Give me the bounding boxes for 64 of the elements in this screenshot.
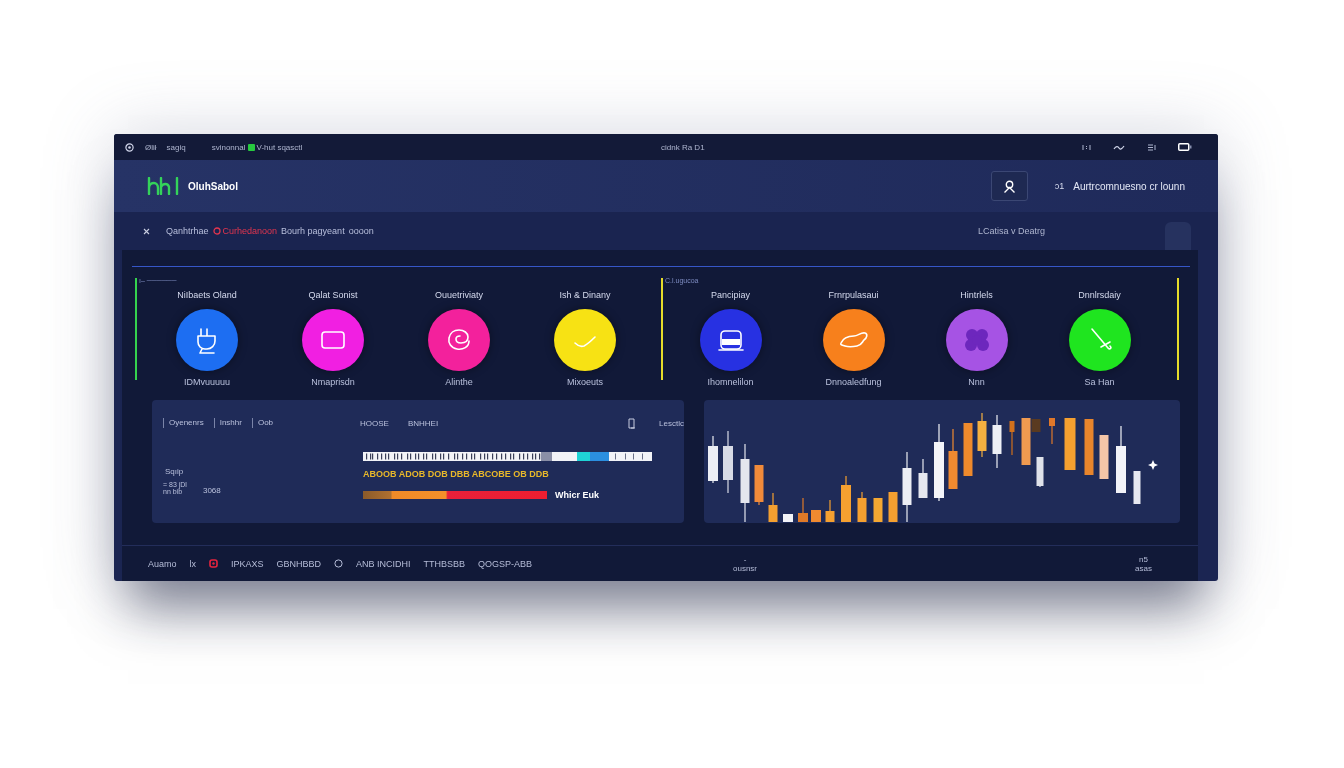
category-caption: Sa Han xyxy=(1084,378,1115,387)
column-header: BNHHEI xyxy=(407,418,439,429)
footer-label: asas xyxy=(1135,563,1152,573)
category-title: Frnrpulasaui xyxy=(828,291,879,300)
breadcrumb-info: LCatisa v Deatrg xyxy=(977,226,1045,236)
category-title: Ouuetriviaty xyxy=(435,291,483,300)
square-icon xyxy=(209,559,219,568)
bar-caption: ABOOB ADOB DOB DBB ABCOBE OB DDB xyxy=(363,469,549,479)
category-title: Ish & Dinany xyxy=(559,291,611,300)
stat-label: Sqıip xyxy=(165,468,184,476)
close-icon[interactable] xyxy=(143,227,150,235)
column-header: HOOSE xyxy=(360,418,389,429)
menu-item[interactable]: Ølił xyxy=(145,142,157,152)
person-icon xyxy=(1002,179,1016,193)
breadcrumb-item[interactable]: Qanhtrhae xyxy=(166,226,209,236)
status-square-icon xyxy=(247,143,255,151)
category-caption: Ihomnelilon xyxy=(707,378,754,387)
breadcrumb-item[interactable]: Curhedanoon xyxy=(222,226,278,236)
stat-value: 3068 xyxy=(202,487,221,495)
status-text: V-hut sqasctl xyxy=(256,142,303,152)
category-caption: Nnn xyxy=(968,378,985,387)
document-icon[interactable] xyxy=(628,418,637,429)
lines-icon[interactable] xyxy=(1147,143,1156,151)
footer-item[interactable]: TTHBSBB xyxy=(423,558,466,569)
footer-item[interactable]: QOGSP-ABB xyxy=(478,558,533,569)
category-title: NiIbaets Oland xyxy=(177,291,237,300)
category-title: Dnnlrsdaiy xyxy=(1078,291,1121,300)
footer-item[interactable]: ANB INCIDHI xyxy=(356,558,411,569)
window-title: cidnk Ra D1 xyxy=(661,142,705,152)
wave-icon[interactable] xyxy=(1113,144,1125,150)
footer-item[interactable]: lx xyxy=(189,558,197,569)
category-caption: Alinthe xyxy=(445,378,473,387)
footer-mark: n5 xyxy=(1139,554,1148,564)
account-label[interactable]: Aurtrcomnuesno cr lounn xyxy=(1073,180,1185,192)
panel-tab-label[interactable]: Oyenenrs xyxy=(163,418,204,428)
breadcrumb-item[interactable]: Bourh pagyeant xyxy=(281,226,345,236)
category-title: Hintrlels xyxy=(960,291,993,300)
circle-icon xyxy=(334,559,344,568)
battery-icon xyxy=(1178,143,1192,151)
footer-mark: - xyxy=(743,554,747,564)
progress-reading: Whicr Euk xyxy=(555,490,599,500)
category-caption: Dnnoaledfung xyxy=(825,378,882,387)
menu-item[interactable]: svinonnal xyxy=(211,142,246,152)
ring-icon xyxy=(125,142,134,152)
account-code: ɔ1 xyxy=(1054,181,1065,191)
category-title: Qalat Sonist xyxy=(308,291,358,300)
ring-icon xyxy=(212,227,221,235)
panel-tab-label[interactable]: Inshhr xyxy=(213,418,242,428)
panel-tab-label[interactable]: Oob xyxy=(251,418,274,428)
menu-item[interactable]: sagiq xyxy=(166,142,186,152)
logo-icon xyxy=(147,177,181,195)
category-title: Pancipiay xyxy=(711,291,750,300)
app-name: OluhSabol xyxy=(188,180,238,192)
category-caption: IDMvuuuuu xyxy=(184,378,230,387)
panel-link[interactable]: Lesctlc xyxy=(659,418,684,429)
footer-item[interactable]: Auamo xyxy=(148,558,177,569)
category-caption: Mixoeuts xyxy=(567,378,603,387)
footer-item[interactable]: IPKAXS xyxy=(231,558,264,569)
profile-button[interactable] xyxy=(990,171,1028,201)
footer-item[interactable]: GBNHBBD xyxy=(276,558,322,569)
category-caption: Nmaprisdn xyxy=(311,378,355,387)
footer-label: ousnsr xyxy=(733,563,757,573)
breadcrumb-item[interactable]: oooon xyxy=(348,226,374,236)
dots-icon[interactable] xyxy=(1082,143,1091,151)
